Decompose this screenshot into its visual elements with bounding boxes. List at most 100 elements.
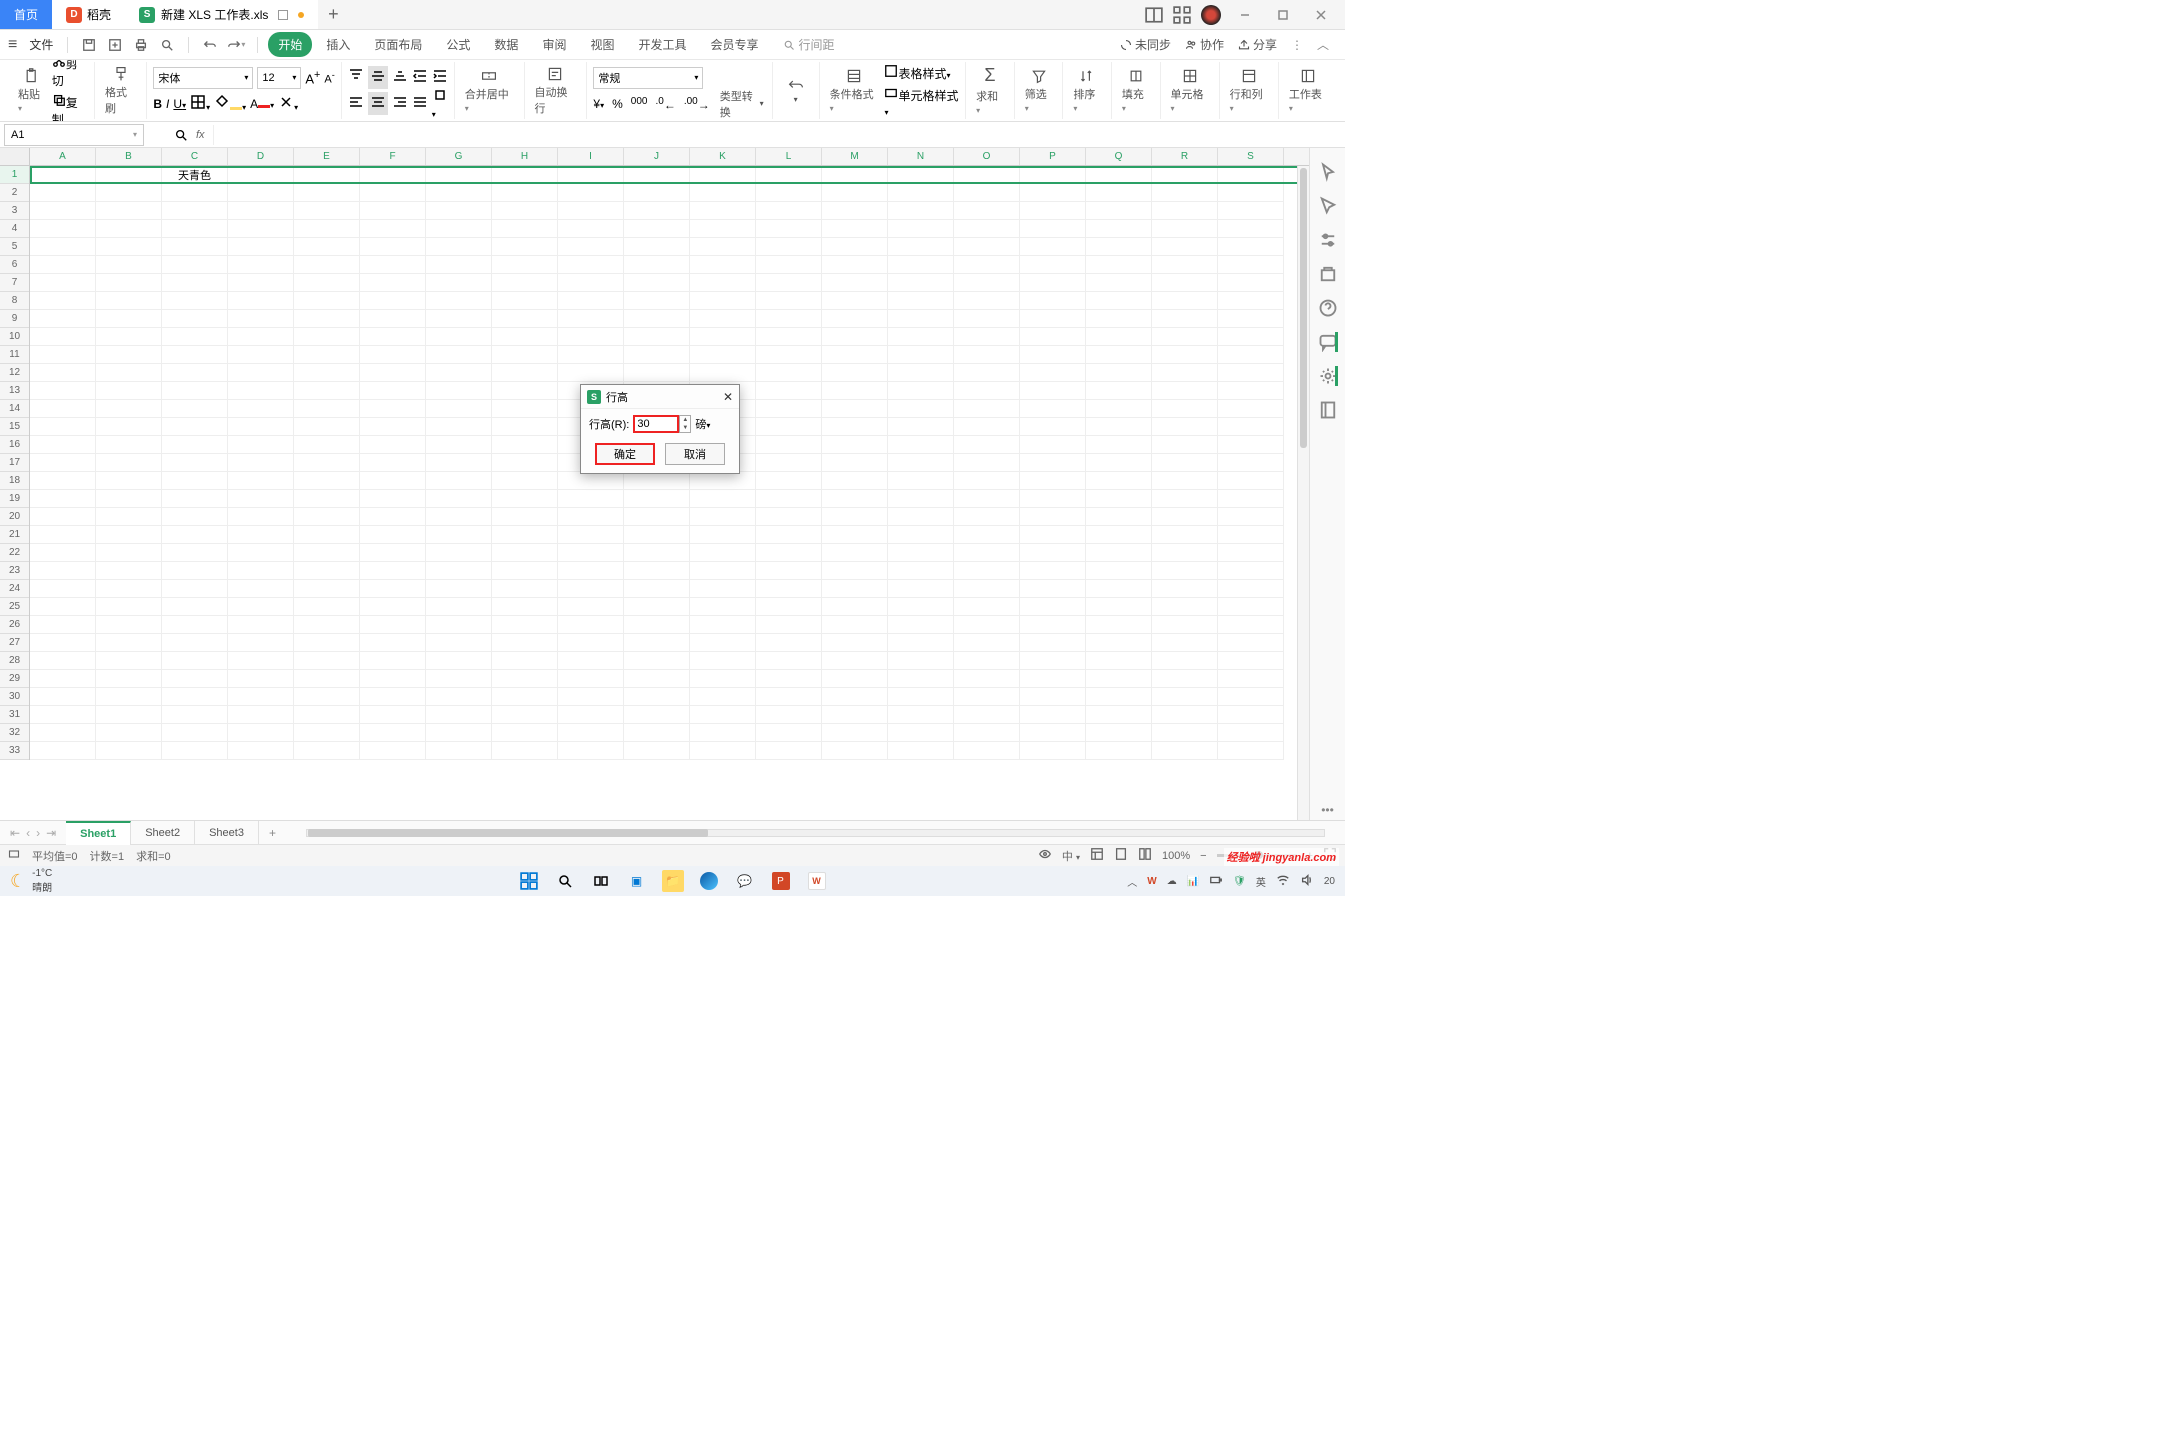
cell[interactable] [1152, 274, 1218, 292]
cell[interactable] [162, 346, 228, 364]
cell[interactable] [228, 490, 294, 508]
cell[interactable] [822, 292, 888, 310]
underline-button[interactable]: U▾ [173, 97, 186, 111]
cell[interactable] [888, 184, 954, 202]
cut-button[interactable]: 剪切 [52, 60, 88, 89]
cell[interactable] [888, 706, 954, 724]
cell[interactable] [228, 670, 294, 688]
cell[interactable] [492, 670, 558, 688]
cell[interactable] [558, 688, 624, 706]
cell[interactable] [558, 184, 624, 202]
start-button[interactable] [518, 870, 540, 892]
cell[interactable] [162, 220, 228, 238]
cell[interactable] [822, 634, 888, 652]
cell[interactable] [1020, 724, 1086, 742]
cell[interactable] [162, 454, 228, 472]
cell[interactable] [624, 508, 690, 526]
cell[interactable] [756, 508, 822, 526]
cell[interactable] [492, 616, 558, 634]
sheet-nav-first[interactable]: ⇤ [10, 826, 20, 840]
cell[interactable] [426, 490, 492, 508]
cell[interactable] [822, 346, 888, 364]
cell[interactable] [492, 184, 558, 202]
row-header[interactable]: 2 [0, 184, 29, 202]
cell[interactable] [228, 292, 294, 310]
sp-cursor-icon[interactable] [1318, 196, 1338, 216]
cell[interactable] [30, 256, 96, 274]
ribbon-tab-insert[interactable]: 插入 [316, 32, 360, 57]
cell[interactable] [1152, 328, 1218, 346]
row-header[interactable]: 8 [0, 292, 29, 310]
cell[interactable] [492, 256, 558, 274]
cell[interactable] [30, 400, 96, 418]
cell[interactable] [360, 526, 426, 544]
cell[interactable] [162, 202, 228, 220]
cell[interactable] [228, 436, 294, 454]
cell[interactable] [1020, 238, 1086, 256]
col-header[interactable]: H [492, 148, 558, 165]
cell[interactable] [1086, 238, 1152, 256]
cell[interactable] [96, 346, 162, 364]
cell[interactable] [30, 310, 96, 328]
cell[interactable] [1020, 490, 1086, 508]
sheet-nav-prev[interactable]: ‹ [26, 826, 30, 840]
fx-label[interactable]: fx [196, 129, 205, 141]
cell[interactable] [294, 706, 360, 724]
cell[interactable] [1086, 220, 1152, 238]
align-right-icon[interactable] [392, 94, 408, 113]
cell[interactable] [1020, 220, 1086, 238]
wps-icon[interactable]: W [806, 870, 828, 892]
cell[interactable] [1086, 400, 1152, 418]
cell[interactable] [954, 688, 1020, 706]
cell[interactable] [96, 382, 162, 400]
row-header[interactable]: 12 [0, 364, 29, 382]
tray-security-icon[interactable]: 🛡 [1233, 876, 1246, 887]
cell[interactable] [30, 238, 96, 256]
cell[interactable] [690, 724, 756, 742]
weather-widget[interactable]: ☾ -1°C晴朗 [10, 868, 52, 894]
cell[interactable] [888, 364, 954, 382]
cell[interactable] [558, 724, 624, 742]
cell[interactable] [1218, 418, 1284, 436]
row-header[interactable]: 1 [0, 166, 29, 184]
cell[interactable] [1218, 526, 1284, 544]
preview-icon[interactable] [156, 34, 178, 56]
cell[interactable] [624, 724, 690, 742]
cell[interactable] [426, 634, 492, 652]
cell[interactable] [954, 706, 1020, 724]
cancel-button[interactable]: 取消 [665, 443, 725, 465]
cell[interactable] [492, 508, 558, 526]
cell[interactable] [822, 418, 888, 436]
cell[interactable] [558, 292, 624, 310]
col-header[interactable]: S [1218, 148, 1284, 165]
col-header[interactable]: N [888, 148, 954, 165]
view-split-icon[interactable] [1138, 847, 1152, 864]
cell[interactable] [96, 724, 162, 742]
apps-icon[interactable] [1173, 6, 1191, 24]
cell[interactable] [1152, 526, 1218, 544]
cell[interactable] [96, 634, 162, 652]
dec-decimal-icon[interactable]: .00→ [684, 96, 710, 112]
cell[interactable] [1086, 202, 1152, 220]
select-all-corner[interactable] [0, 148, 30, 165]
vertical-scrollbar[interactable] [1297, 166, 1309, 820]
cell[interactable] [426, 562, 492, 580]
font-select[interactable]: 宋体▾ [153, 67, 253, 89]
cell[interactable] [558, 490, 624, 508]
cell[interactable] [228, 616, 294, 634]
print-icon[interactable] [130, 34, 152, 56]
cell[interactable] [1020, 310, 1086, 328]
cell[interactable] [294, 364, 360, 382]
cell[interactable] [228, 328, 294, 346]
cell[interactable] [954, 292, 1020, 310]
cell[interactable] [888, 526, 954, 544]
cell[interactable] [30, 688, 96, 706]
cell[interactable] [888, 292, 954, 310]
cell[interactable] [624, 472, 690, 490]
cell[interactable] [756, 490, 822, 508]
cell[interactable] [888, 220, 954, 238]
cell[interactable] [1020, 274, 1086, 292]
cell[interactable] [426, 454, 492, 472]
cell[interactable] [30, 292, 96, 310]
search-icon[interactable] [174, 128, 188, 142]
